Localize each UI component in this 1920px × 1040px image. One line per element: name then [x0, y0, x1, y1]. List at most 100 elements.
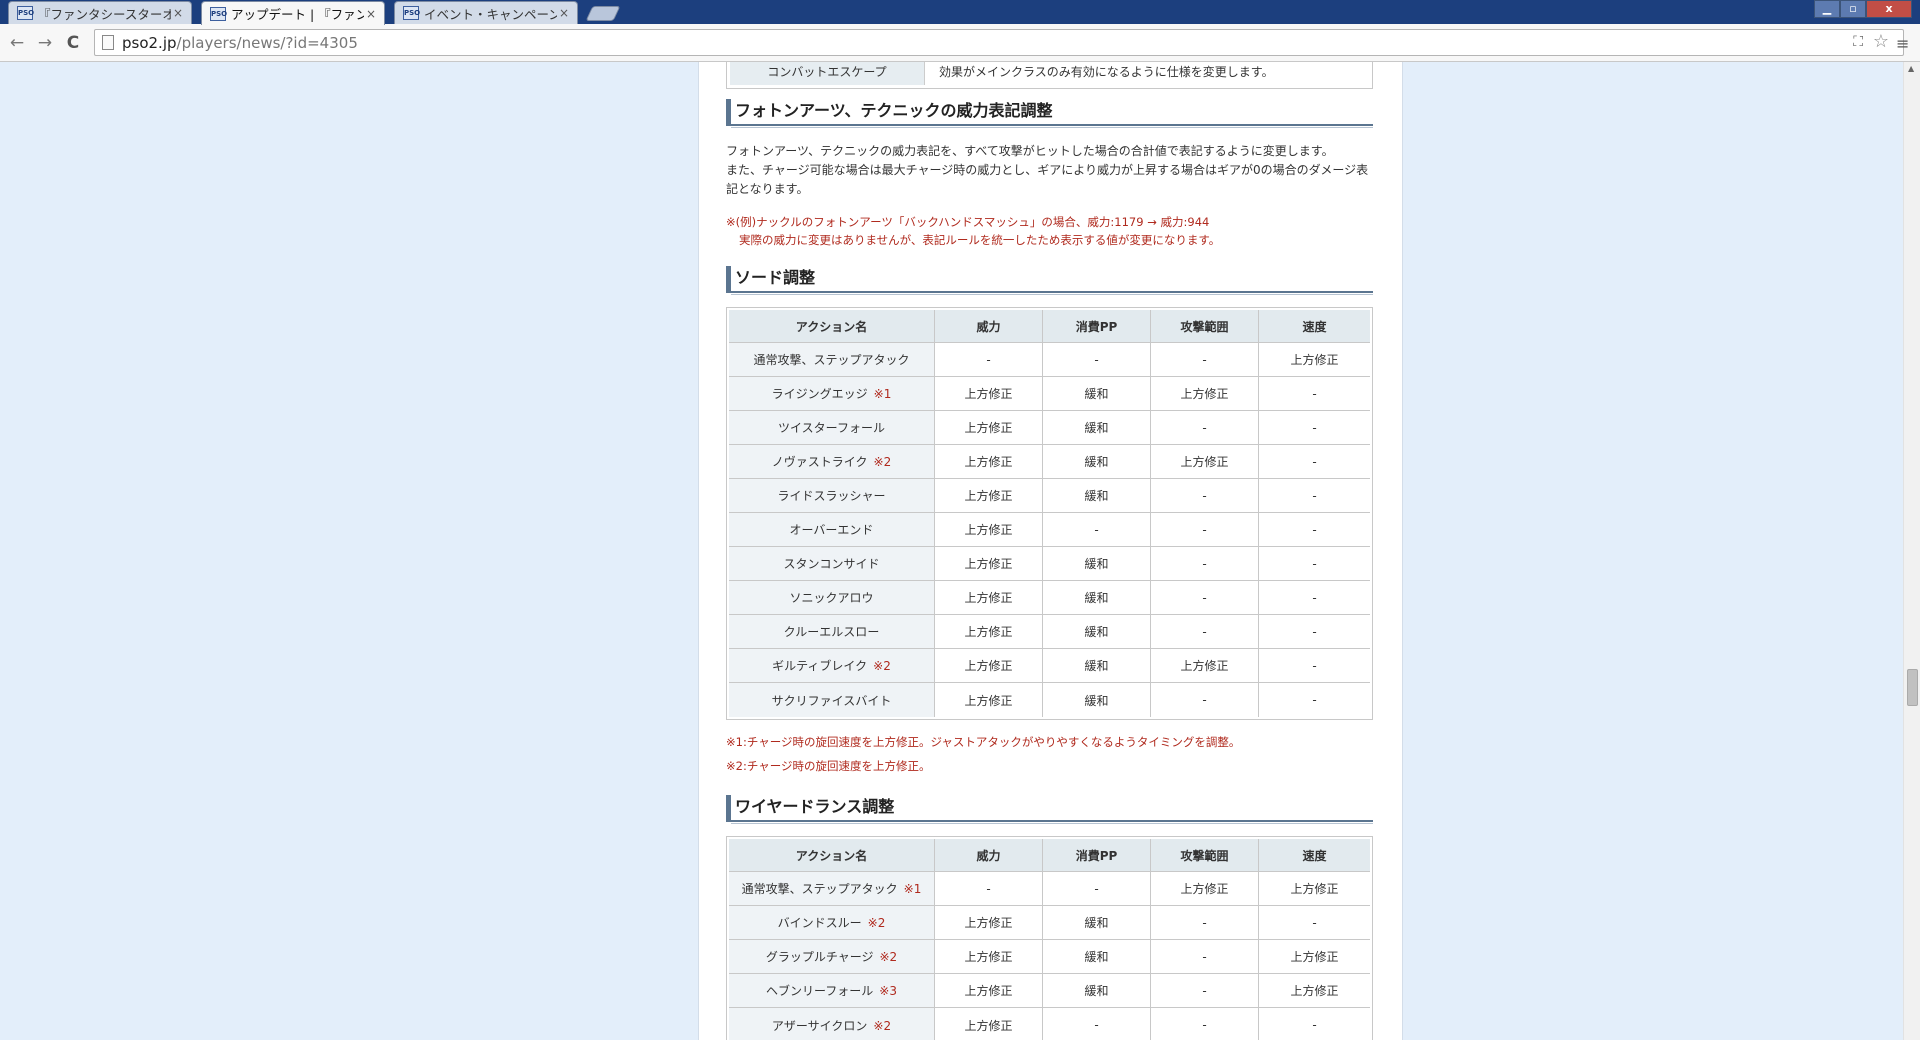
bookmark-star-icon[interactable]: ☆ [1873, 31, 1889, 52]
pp-cost-cell: - [1043, 513, 1151, 547]
action-name-cell: オーバーエンド [729, 513, 935, 547]
attack-range-cell: 上方修正 [1151, 377, 1259, 411]
power-cell: 上方修正 [935, 1008, 1043, 1040]
pp-cost-cell: - [1043, 1008, 1151, 1040]
attack-range-cell: - [1151, 1008, 1259, 1040]
new-tab-button[interactable] [585, 6, 621, 21]
action-name: ライドスラッシャー [777, 489, 886, 503]
pp-cost-cell: 緩和 [1043, 445, 1151, 479]
tab-close-icon[interactable]: × [171, 6, 185, 20]
speed-cell: - [1259, 377, 1370, 411]
action-name-cell: ライジングエッジ ※1 [729, 377, 935, 411]
tab-close-icon[interactable]: × [557, 6, 571, 20]
pso-favicon-icon: PSO [403, 6, 420, 20]
reload-icon[interactable]: C [62, 32, 84, 54]
window-maximize-button[interactable]: ▫ [1840, 0, 1866, 18]
speed-cell: 上方修正 [1259, 974, 1370, 1008]
speed-cell: - [1259, 615, 1370, 649]
footnote-mark: ※2 [873, 659, 891, 673]
column-header: 速度 [1259, 310, 1370, 343]
sword-footnote-2: ※2:チャージ時の旋回速度を上方修正。 [726, 759, 931, 773]
attack-range-cell: - [1151, 940, 1259, 974]
column-header: 威力 [935, 839, 1043, 872]
action-name-cell: グラップルチャージ ※2 [729, 940, 935, 974]
table-row: ソニックアロウ 上方修正 緩和 - - [729, 581, 1370, 615]
page-icon [102, 35, 114, 50]
browser-tab-2-active[interactable]: PSO アップデート | 『ファンタ × [201, 1, 385, 25]
footnote-mark: ※2 [873, 455, 892, 469]
section-heading-sword: ソード調整 [726, 266, 1373, 295]
speed-cell: 上方修正 [1259, 872, 1370, 906]
action-name-cell: 通常攻撃、ステップアタック [729, 343, 935, 377]
power-cell: 上方修正 [935, 581, 1043, 615]
table-row: ライドスラッシャー 上方修正 緩和 - - [729, 479, 1370, 513]
action-name-cell: クルーエルスロー [729, 615, 935, 649]
window-minimize-button[interactable]: ▁ [1814, 0, 1840, 18]
tab-title: イベント・キャンペーン [424, 6, 557, 22]
scrollbar-thumb[interactable] [1907, 669, 1918, 706]
action-name: バインドスルー [777, 916, 862, 930]
pp-cost-cell: 緩和 [1043, 974, 1151, 1008]
action-name: アザーサイクロン [771, 1018, 868, 1033]
speed-cell: - [1259, 513, 1370, 547]
action-name-cell: 通常攻撃、ステップアタック ※1 [729, 872, 935, 906]
attack-range-cell: - [1151, 343, 1259, 377]
table-row: ノヴァストライク ※2 上方修正 緩和 上方修正 - [729, 445, 1370, 479]
pp-cost-cell: 緩和 [1043, 377, 1151, 411]
chrome-menu-icon[interactable]: ≡ [1896, 34, 1914, 53]
table-row: ツイスターフォール 上方修正 緩和 - - [729, 411, 1370, 445]
description-cell: 効果がメインクラスのみ有効になるように仕様を変更します。 [924, 62, 1369, 85]
pp-cost-cell: 緩和 [1043, 615, 1151, 649]
browser-tab-3[interactable]: PSO イベント・キャンペーン × [394, 1, 578, 24]
browser-tab-1[interactable]: PSO 『ファンタシースターオ × [8, 1, 192, 24]
footnote-mark: ※2 [879, 950, 898, 964]
pp-cost-cell: 緩和 [1043, 649, 1151, 683]
footnote-mark: ※2 [873, 1018, 892, 1033]
speed-cell: - [1259, 479, 1370, 513]
action-name-cell: スタンコンサイド [729, 547, 935, 581]
table-row: 通常攻撃、ステップアタック ※1- - 上方修正 上方修正 [729, 872, 1370, 906]
power-cell: 上方修正 [935, 615, 1043, 649]
power-cell: - [935, 872, 1043, 906]
forward-arrow-icon[interactable]: → [34, 32, 56, 54]
action-name: ギルティブレイク [772, 659, 868, 673]
address-bar[interactable]: pso2.jp/players/news/?id=4305 ⛶ ☆ [94, 29, 1904, 56]
action-name-cell: サクリファイスバイト [729, 683, 935, 717]
table-row: 通常攻撃、ステップアタック - - - 上方修正 [729, 343, 1370, 377]
scroll-up-arrow-icon[interactable]: ▲ [1908, 64, 1914, 73]
paragraph: また、チャージ可能な場合は最大チャージ時の威力とし、ギアにより威力が上昇する場合… [726, 163, 1369, 196]
speed-cell: - [1259, 649, 1370, 683]
wired-lance-adjust-table: アクション名 威力 消費PP 攻撃範囲 速度 通常攻撃、ステップアタック ※1- - 上方修正… [726, 836, 1373, 1040]
pp-cost-cell: 緩和 [1043, 581, 1151, 615]
speed-cell: - [1312, 1018, 1317, 1032]
url-path: /players/news/?id=4305 [176, 33, 358, 52]
attack-range-cell: - [1151, 615, 1259, 649]
attack-range-cell: - [1151, 974, 1259, 1008]
column-header: 攻撃範囲 [1151, 310, 1259, 343]
attack-range-cell: - [1151, 513, 1259, 547]
table-row: バインドスルー ※2 上方修正 緩和 - - [729, 906, 1370, 940]
action-name-cell: ヘブンリーフォール ※3 [729, 974, 935, 1008]
action-name: ヘブンリーフォール [766, 984, 874, 998]
tab-close-icon[interactable]: × [364, 7, 378, 21]
action-name-cell: ツイスターフォール [729, 411, 935, 445]
column-header: 威力 [935, 310, 1043, 343]
example-note: ※(例)ナックルのフォトンアーツ「バックハンドスマッシュ」の場合、威力:1179… [726, 213, 1373, 249]
window-close-button[interactable]: x [1866, 0, 1912, 18]
paragraph: フォトンアーツ、テクニックの威力表記を、すべて攻撃がヒットした場合の合計値で表記… [726, 144, 1334, 158]
browser-toolbar: ← → C pso2.jp/players/news/?id=4305 ⛶ ☆ … [0, 24, 1920, 62]
vertical-scrollbar[interactable]: ▲ [1903, 62, 1920, 1040]
action-name: スタンコンサイド [783, 557, 880, 571]
table-row: ライジングエッジ ※1 上方修正 緩和 上方修正 - [729, 377, 1370, 411]
sword-adjust-table: アクション名 威力 消費PP 攻撃範囲 速度 通常攻撃、ステップアタック - - - 上方修正ラ… [726, 307, 1373, 720]
translate-icon[interactable]: ⛶ [1853, 34, 1863, 50]
power-cell: 上方修正 [935, 513, 1043, 547]
back-arrow-icon[interactable]: ← [6, 32, 28, 54]
footnote-mark: ※2 [867, 916, 886, 930]
action-name: 通常攻撃、ステップアタック [753, 353, 910, 367]
table-row: ヘブンリーフォール ※3 上方修正 緩和 - 上方修正 [729, 974, 1370, 1008]
attack-range-cell: - [1151, 547, 1259, 581]
attack-range-cell: - [1151, 906, 1259, 940]
table-header-row: アクション名 威力 消費PP 攻撃範囲 速度 [729, 310, 1370, 343]
pp-cost-cell: - [1043, 872, 1151, 906]
